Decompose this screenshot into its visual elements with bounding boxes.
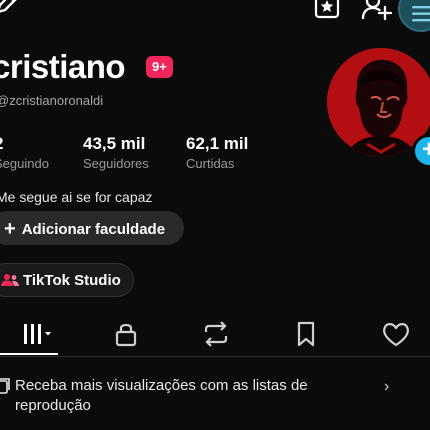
stat-value: 2 [0,134,49,154]
playlist-banner-text[interactable]: Receba mais visualizações com as listas … [15,376,375,416]
profile-handle: @zcristianoronaldi [0,93,104,108]
grid-icon[interactable] [20,318,52,350]
active-tab-underline [0,353,58,355]
bookmark-icon[interactable] [290,318,322,350]
stat-value: 62,1 mil [186,134,249,153]
stat-label: Curtidas [186,156,235,171]
tiktok-studio-button[interactable]: TikTok Studio [0,263,134,297]
stat-following[interactable]: 2 Seguindo [0,134,49,171]
ai-star-icon[interactable] [313,0,341,20]
profile-bio: Me segue ai se for capaz [0,189,153,205]
heart-icon[interactable] [380,318,412,350]
chevron-right-icon[interactable]: › [384,378,389,396]
add-user-icon[interactable] [361,0,393,22]
menu-icon [412,6,430,22]
menu-button[interactable] [398,0,430,32]
plus-icon: + [4,218,16,240]
repost-icon[interactable] [200,318,232,350]
stat-label: Seguindo [0,156,49,171]
lock-icon[interactable] [110,318,142,350]
add-college-button[interactable]: + Adicionar faculdade [0,211,184,245]
profile-username: cristiano [0,48,126,85]
notification-badge[interactable]: 9+ [146,56,173,78]
tabs-divider [0,356,430,357]
add-college-label: Adicionar faculdade [21,221,166,238]
stat-likes[interactable]: 62,1 mil Curtidas [186,134,248,171]
edit-icon[interactable] [0,0,22,18]
playlist-icon [0,378,10,394]
stat-followers[interactable]: 43,5 mil Seguidores [83,134,149,171]
studio-people-icon [1,274,19,286]
stat-label: Seguidores [83,156,149,171]
studio-label: TikTok Studio [23,272,121,289]
stat-value: 43,5 mil [83,134,146,153]
